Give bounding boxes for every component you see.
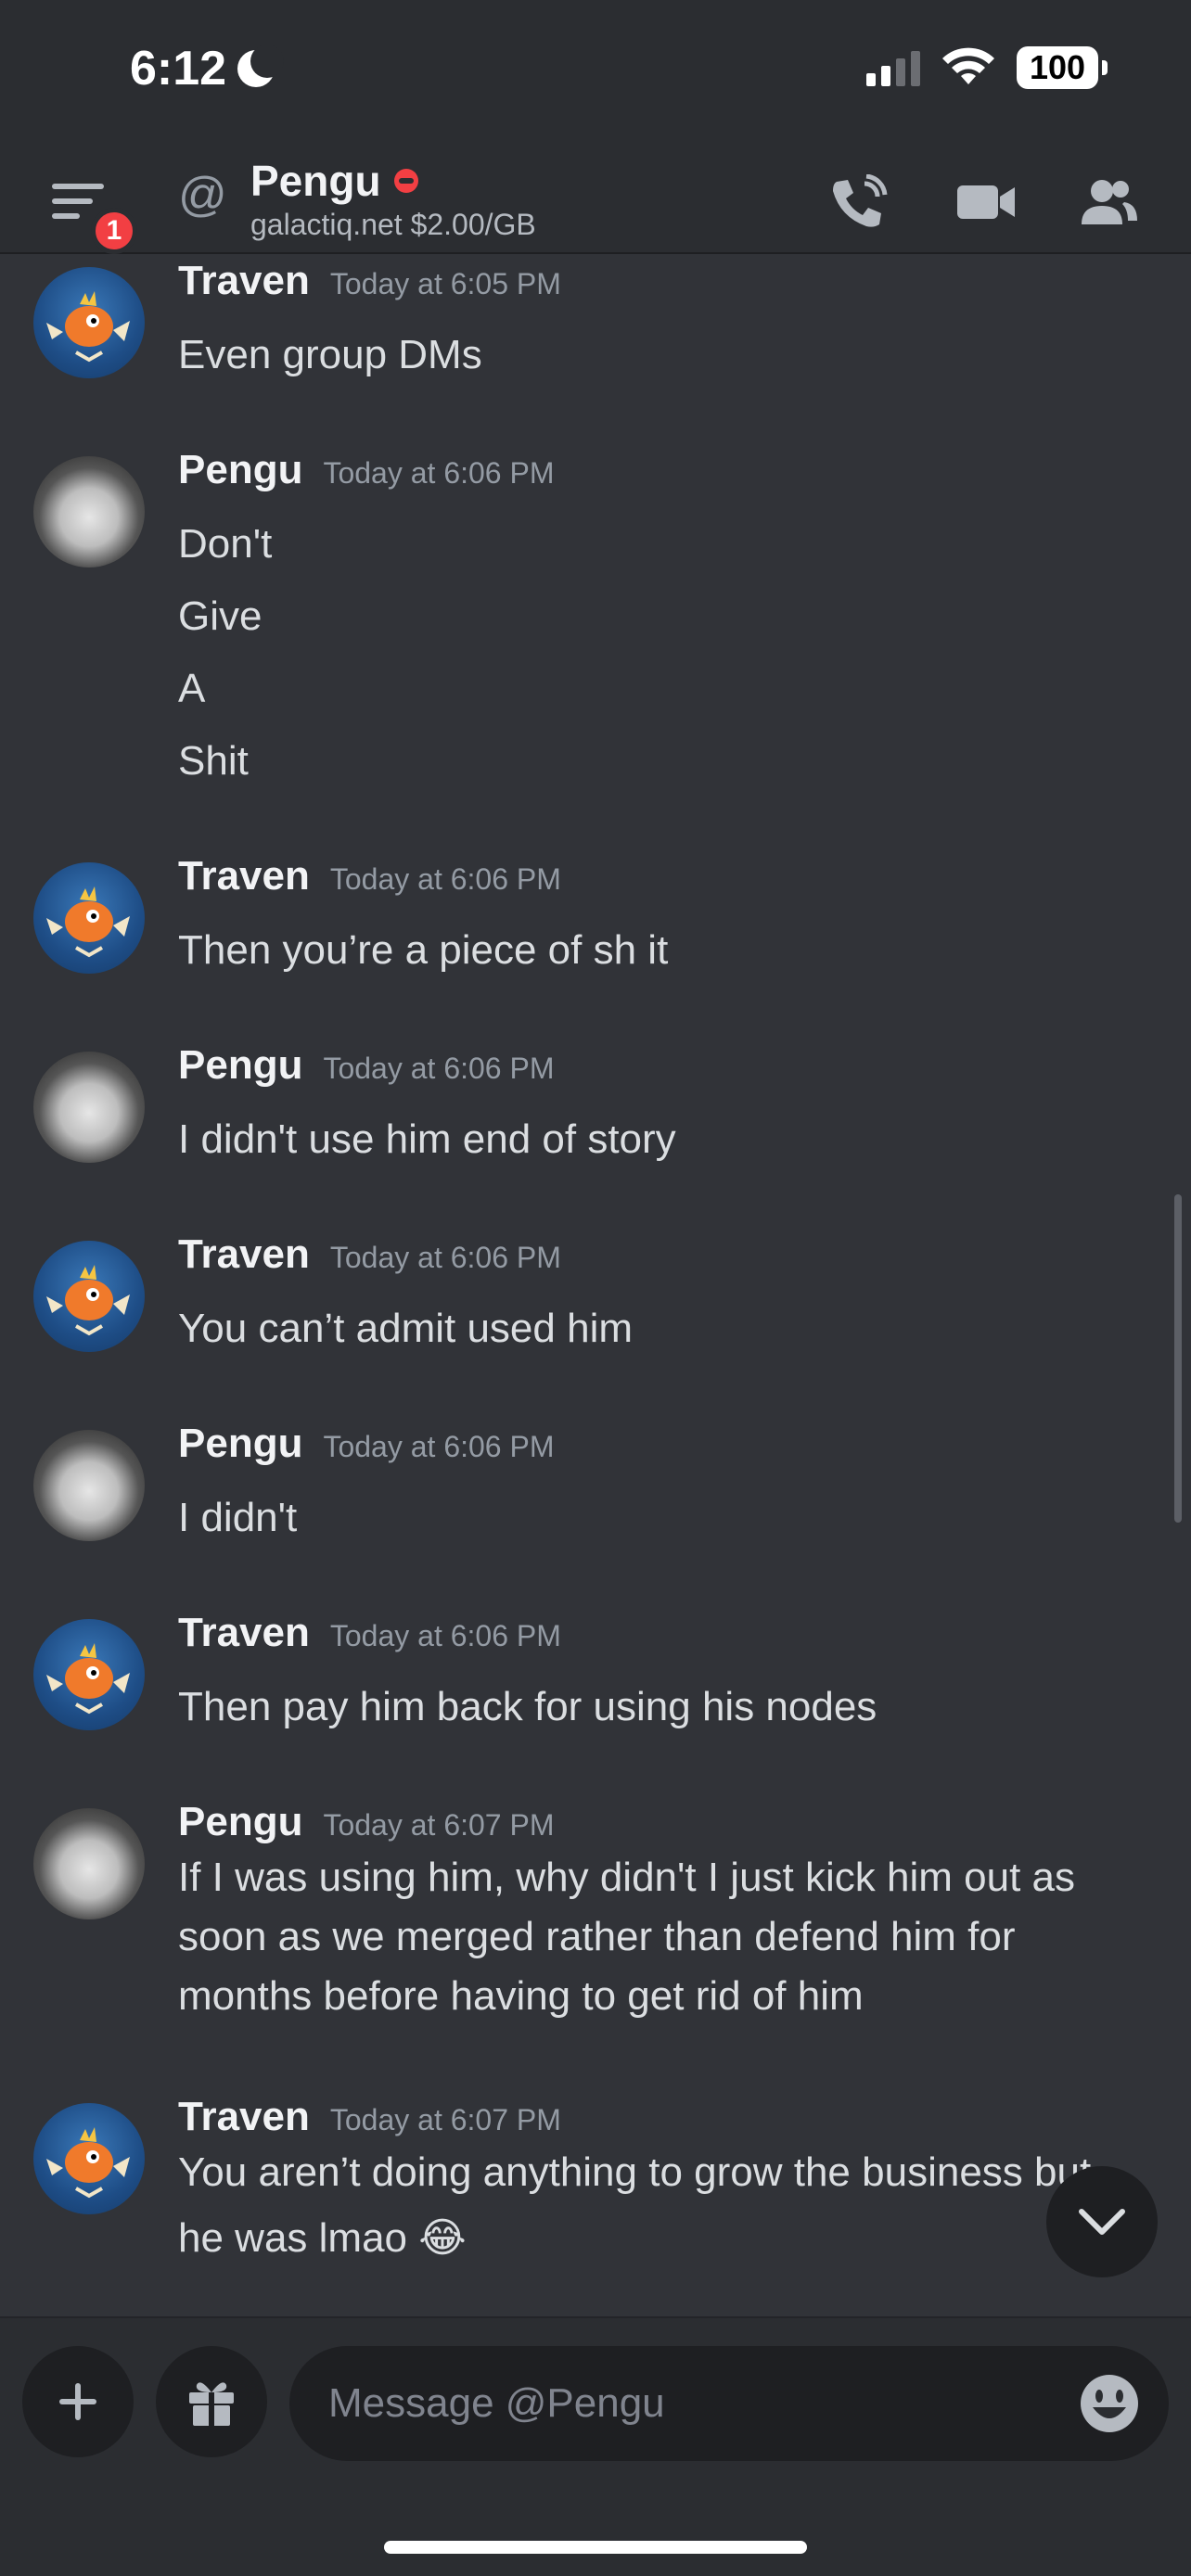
fish-avatar-icon [46,886,130,958]
fish-avatar-icon [46,1265,130,1336]
message-text: soon as we merged rather than defend him… [178,1914,1016,1959]
message-text: Then you’re a piece of sh it [178,927,669,973]
message-author[interactable]: Traven [178,258,310,304]
avatar[interactable] [33,2103,145,2214]
message-author[interactable]: Pengu [178,1799,302,1845]
message-text: If I was using him, why didn't I just ki… [178,1855,1075,1900]
message-list[interactable]: Traven Today at 6:05 PM Even group DMs P… [0,256,1191,2316]
home-indicator[interactable] [384,2541,807,2554]
avatar[interactable] [33,1619,145,1730]
attach-button[interactable] [22,2346,134,2457]
avatar[interactable] [33,1241,145,1352]
message-timestamp: Today at 6:06 PM [329,1619,561,1652]
status-indicators: 100 [866,46,1108,89]
channel-subtitle: galactiq.net $2.00/GB [250,208,536,241]
message-author[interactable]: Traven [178,853,310,899]
avatar[interactable] [33,456,145,567]
fish-avatar-icon [46,1643,130,1715]
message-text: Shit [178,738,249,784]
message-author[interactable]: Traven [178,1610,310,1656]
message-input[interactable] [289,2346,1169,2461]
avatar[interactable] [33,862,145,974]
notification-badge: 1 [91,208,137,254]
moon-icon [236,45,285,89]
menu-button[interactable]: 1 [46,171,139,254]
message-author[interactable]: Traven [178,1231,310,1278]
message-text: I didn't use him end of story [178,1116,676,1162]
channel-title-block[interactable]: Pengu galactiq.net $2.00/GB [250,156,536,242]
jump-to-latest-button[interactable] [1046,2166,1158,2277]
plus-icon [59,2383,96,2420]
status-time: 6:12 [130,42,227,96]
gift-button[interactable] [156,2346,267,2457]
discord-dm-screen: 6:12 100 1 @ Pengu galactiq.net $2.00/GB… [0,0,1191,2576]
message-timestamp: Today at 6:05 PM [329,267,561,300]
message-text: Even group DMs [178,332,482,377]
do-not-disturb-status-icon [393,169,418,193]
message-text: I didn't [178,1495,298,1540]
gift-icon [189,2382,234,2426]
fish-avatar-icon [46,2127,130,2199]
members-icon[interactable] [1076,174,1141,230]
message-timestamp: Today at 6:07 PM [323,1808,555,1842]
message-text: You can’t admit used him [178,1306,633,1351]
channel-header: 1 @ Pengu galactiq.net $2.00/GB [0,148,1191,254]
message-timestamp: Today at 6:06 PM [329,862,561,896]
message-timestamp: Today at 6:06 PM [329,1241,561,1274]
message-text: he was lmao 😂 [178,2215,467,2261]
cellular-signal-icon [866,49,920,86]
message-timestamp: Today at 6:07 PM [329,2103,561,2136]
message-author[interactable]: Traven [178,2094,310,2140]
avatar[interactable] [33,1052,145,1163]
message-author[interactable]: Pengu [178,1421,302,1467]
message-text: months before having to get rid of him [178,1973,864,2019]
avatar[interactable] [33,1430,145,1541]
message-text: Then pay him back for using his nodes [178,1684,877,1729]
message-text: A [178,666,206,711]
chevron-down-icon [1079,2209,1125,2235]
message-timestamp: Today at 6:06 PM [323,456,555,490]
scrollbar[interactable] [1174,1194,1182,1523]
at-icon: @ [178,168,227,222]
wifi-icon [942,47,994,84]
message-text: You aren’t doing anything to grow the bu… [178,2149,1092,2195]
message-timestamp: Today at 6:06 PM [323,1430,555,1463]
emoji-icon[interactable] [1078,2372,1141,2435]
video-call-icon[interactable] [954,174,1018,230]
battery-icon: 100 [1017,46,1108,89]
message-composer [0,2316,1191,2576]
message-timestamp: Today at 6:06 PM [323,1052,555,1085]
message-author[interactable]: Pengu [178,1042,302,1089]
status-bar: 6:12 100 [0,0,1191,148]
battery-level: 100 [1029,48,1086,86]
avatar[interactable] [33,267,145,378]
voice-call-icon[interactable] [827,174,892,230]
message-text: Give [178,593,263,639]
message-text: Don't [178,521,273,567]
avatar[interactable] [33,1808,145,1919]
fish-avatar-icon [46,291,130,363]
message-author[interactable]: Pengu [178,447,302,493]
channel-title: Pengu [250,157,381,205]
status-time-group: 6:12 [130,41,285,96]
